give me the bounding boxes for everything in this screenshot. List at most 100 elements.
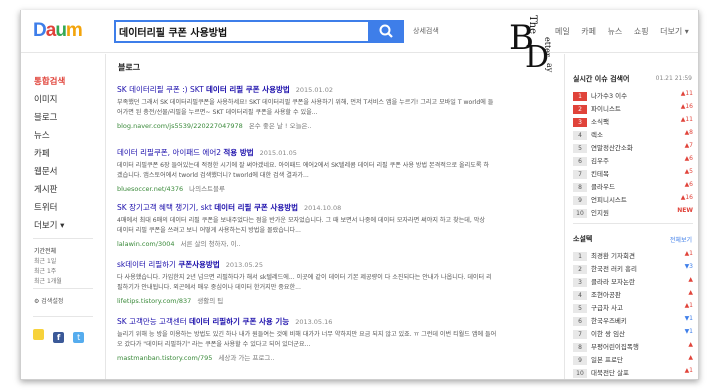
sidebar-item-blog[interactable]: 블로그 <box>34 111 57 123</box>
rank-term: 조현아공판 <box>591 291 621 299</box>
nav-cafe[interactable]: 카페 <box>581 27 596 36</box>
result-source[interactable]: 생활의 팁 <box>197 297 223 305</box>
rank-number: 7 <box>573 330 587 339</box>
sidebar-item-images[interactable]: 이미지 <box>34 93 57 105</box>
left-sidebar: 통합검색 이미지 블로그 뉴스 카페 웹문서 게시판 트위터 더보기 ▾ 기간전… <box>21 54 106 379</box>
nav-mail[interactable]: 메일 <box>555 27 570 36</box>
header-bar: Daum 상세검색 메일 카페 뉴스 쇼핑 더보기 ▾ <box>21 10 698 53</box>
facebook-icon[interactable]: f <box>53 332 65 343</box>
sidebar-item-cafe[interactable]: 카페 <box>34 147 50 159</box>
result-title-bold: 데이터 리필 쿠폰 사용방법 <box>214 203 299 212</box>
result-source[interactable]: 서른 살의 청하자, 이.. <box>181 240 241 248</box>
result-description: 다 사용했습니다. 가입한지 2년 넘으면 리필하다가 해서 sk텔레드에...… <box>117 273 557 293</box>
sidebar-item-board[interactable]: 게시판 <box>34 183 57 195</box>
desc-line: 데이터 리필쿠폰 6장 들어있는데 적정한 시기에 잘 써야겠네요. 아이패드 … <box>117 162 489 169</box>
period-1week[interactable]: 최근 1주 <box>34 266 56 275</box>
sidebar-divider-2 <box>33 288 93 289</box>
result-title[interactable]: SK 장기고객 혜택 챙기기, skt 데이터 리필 쿠폰 사용방법 <box>117 203 298 212</box>
period-1day[interactable]: 최근 1일 <box>34 256 56 265</box>
realtime-title: 실시간 이슈 검색어 <box>573 75 630 83</box>
rank-item[interactable]: 5 구급차 사고 ▲1 <box>573 302 693 314</box>
rank-change: ▲11 <box>680 90 693 97</box>
rank-item[interactable]: 8 부평어린이집폭행 ▲ <box>573 341 693 353</box>
rank-term: 일본 프로단 <box>591 356 623 364</box>
rank-change: ▲1 <box>684 250 693 257</box>
rank-item[interactable]: 3 클라라 모자논란 ▲ <box>573 276 693 288</box>
rank-change: ▲16 <box>680 103 693 110</box>
detail-search-link[interactable]: 상세검색 <box>413 26 439 36</box>
search-button[interactable] <box>370 20 404 43</box>
rank-item[interactable]: 10 인지원 NEW <box>573 207 693 219</box>
rank-change: ▲ <box>688 289 693 296</box>
rank-item[interactable]: 1 최경환 기자회견 ▲1 <box>573 250 693 262</box>
result-item: SK 장기고객 혜택 챙기기, skt 데이터 리필 쿠폰 사용방법 2014.1… <box>117 202 557 248</box>
result-title[interactable]: SK 데이터리필 쿠폰 :) SKT 데이터 리필 쿠폰 사용방법 <box>117 85 290 94</box>
result-title[interactable]: 데이터 리필쿠폰, 아이패드 에어2 적용 방법 <box>117 148 254 157</box>
rank-item[interactable]: 4 렉소 ▲8 <box>573 129 693 141</box>
rank-item[interactable]: 8 클라우드 ▲6 <box>573 181 693 193</box>
search-input[interactable] <box>119 23 359 40</box>
result-title-bold: 적용 방법 <box>223 148 254 157</box>
sidebar-divider <box>33 238 93 239</box>
nav-more[interactable]: 더보기 ▾ <box>660 27 689 36</box>
result-title-pre: SK 고객만능 고객센터 <box>117 317 190 326</box>
rank-change: ▲ <box>688 276 693 283</box>
sidebar-item-twitter[interactable]: 트위터 <box>34 201 57 213</box>
rank-term: 파이니스트 <box>591 105 621 113</box>
rank-term: 대북전단 살포 <box>591 369 629 377</box>
rank-term: 연말정산간소화 <box>591 144 633 152</box>
rank-change: ▲6 <box>684 181 693 188</box>
result-url[interactable]: blog.naver.com/js5539/220227047978 <box>117 122 243 130</box>
rank-term: 렉소 <box>591 131 603 139</box>
rank-number: 4 <box>573 131 587 140</box>
period-1month[interactable]: 최근 1개월 <box>34 276 62 285</box>
result-source[interactable]: 온수 좋은 날 ! 오늘은.. <box>249 122 312 130</box>
result-source[interactable]: 나의스트블루 <box>189 185 225 193</box>
result-url[interactable]: lalawin.com/3004 <box>117 240 175 248</box>
rank-item[interactable]: 3 소식팩 ▲11 <box>573 116 693 128</box>
result-url[interactable]: mastmanban.tistory.com/795 <box>117 354 212 362</box>
rank-item[interactable]: 7 이한 쌍 임산 ▼1 <box>573 328 693 340</box>
realtime-time: 01.21 21:59 <box>655 75 692 82</box>
kakaostory-icon[interactable] <box>33 329 44 340</box>
rank-number: 5 <box>573 304 587 313</box>
result-description: 데이터 리필쿠폰 6장 들어있는데 적정한 시기에 잘 써야겠네요. 아이패드 … <box>117 161 557 181</box>
rank-number: 10 <box>573 209 587 218</box>
result-source[interactable]: 세상과 가는 프로그.. <box>218 354 274 362</box>
result-url[interactable]: lifetips.tistory.com/837 <box>117 297 191 305</box>
rank-item[interactable]: 2 파이니스트 ▲16 <box>573 103 693 115</box>
search-settings-link[interactable]: ⚙ 검색설정 <box>34 296 63 305</box>
desc-line: 늘리기 위해 능 방을 이용하는 방법도 있긴 하나 내가 원들여는 것에 비해… <box>117 331 497 338</box>
result-title[interactable]: SK 고객만능 고객센터 데이터 리필하기 쿠폰 사용 기능 <box>117 317 289 326</box>
rank-item[interactable]: 5 연말정산간소화 ▲7 <box>573 142 693 154</box>
rank-number: 2 <box>573 265 587 274</box>
sidebar-item-news[interactable]: 뉴스 <box>34 129 50 141</box>
period-all[interactable]: 기간전체 <box>34 246 56 255</box>
rank-item[interactable]: 9 언피니시스트 ▲16 <box>573 194 693 206</box>
rank-term: 킨테목 <box>591 170 609 178</box>
twitter-icon[interactable]: t <box>73 332 85 343</box>
screenshot: Daum 상세검색 메일 카페 뉴스 쇼핑 더보기 ▾ The B etter … <box>0 0 720 391</box>
rank-item[interactable]: 7 킨테목 ▲5 <box>573 168 693 180</box>
search-box[interactable] <box>114 20 370 43</box>
daum-logo[interactable]: Daum <box>33 21 83 41</box>
sidebar-item-all[interactable]: 통합검색 <box>34 75 65 87</box>
rank-item[interactable]: 6 김우주 ▲6 <box>573 155 693 167</box>
rank-change: ▲1 <box>684 367 693 374</box>
nav-news[interactable]: 뉴스 <box>608 27 623 36</box>
result-title[interactable]: sk데이터 리필하기 쿠폰사용방법 <box>117 260 220 269</box>
rank-item[interactable]: 4 조현아공판 ▲ <box>573 289 693 301</box>
rank-item[interactable]: 9 일본 프로단 ▲ <box>573 354 693 366</box>
sidebar-item-more[interactable]: 더보기 ▾ <box>34 219 64 231</box>
rank-item[interactable]: 2 한국전 러키 흥리 ▼3 <box>573 263 693 275</box>
nav-shopping[interactable]: 쇼핑 <box>634 27 649 36</box>
rank-item[interactable]: 1 나가수3 이수 ▲11 <box>573 90 693 102</box>
result-url[interactable]: bluesoccer.net/4376 <box>117 185 183 193</box>
rank-term: 언피니시스트 <box>591 196 627 204</box>
rank-number: 1 <box>573 92 587 101</box>
rank-item[interactable]: 6 한국우즈베키 ▼1 <box>573 315 693 327</box>
rank-item[interactable]: 10 대북전단 살포 ▲1 <box>573 367 693 379</box>
rank-change: ▲6 <box>684 155 693 162</box>
novels-more-link[interactable]: 전체보기 <box>670 235 692 244</box>
sidebar-item-web[interactable]: 웹문서 <box>34 165 57 177</box>
